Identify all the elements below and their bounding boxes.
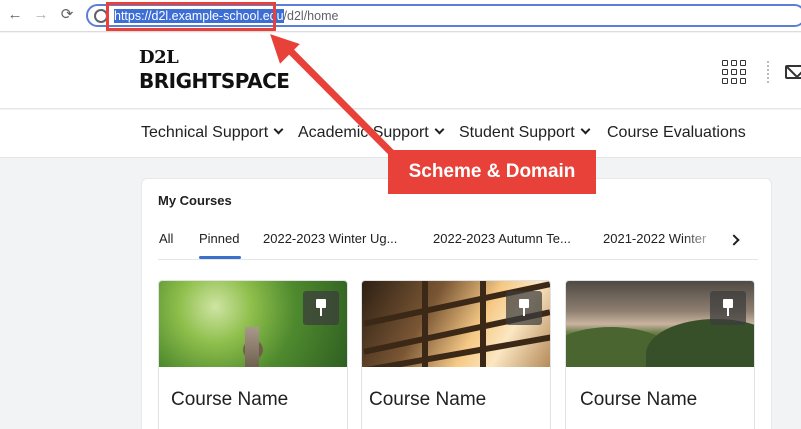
site-header: D2L BRIGHTSPACE <box>0 33 801 109</box>
my-courses-widget: My Courses All Pinned 2022-2023 Winter U… <box>141 178 772 429</box>
reload-icon[interactable]: ⟳ <box>58 6 76 24</box>
pin-icon[interactable] <box>303 291 339 325</box>
tab-fade <box>682 227 722 253</box>
tabs-divider <box>158 259 758 260</box>
nav-student-support[interactable]: Student Support <box>459 124 591 142</box>
pin-icon[interactable] <box>710 291 746 325</box>
nav-label: Course Evaluations <box>607 124 746 141</box>
nav-label: Student Support <box>459 124 575 141</box>
url-path: /d2l/home <box>283 9 339 23</box>
tab-pinned[interactable]: Pinned <box>199 231 239 246</box>
forward-icon[interactable]: → <box>32 6 50 24</box>
course-tile[interactable]: Course Name <box>361 280 551 429</box>
app-launcher-icon[interactable] <box>722 60 746 84</box>
back-icon[interactable]: ← <box>6 6 24 24</box>
chevron-right-icon[interactable] <box>728 234 740 246</box>
course-name[interactable]: Course Name <box>171 389 288 411</box>
pin-icon[interactable] <box>506 291 542 325</box>
chevron-down-icon <box>580 124 591 135</box>
nav-label: Technical Support <box>141 124 269 141</box>
nav-course-evaluations[interactable]: Course Evaluations <box>607 124 746 142</box>
logo-d2l[interactable]: D2L <box>139 47 179 68</box>
nav-technical-support[interactable]: Technical Support <box>141 124 284 142</box>
chevron-down-icon <box>273 124 284 135</box>
chevron-down-icon <box>434 124 445 135</box>
tab-all[interactable]: All <box>159 231 173 246</box>
logo-brightspace[interactable]: BRIGHTSPACE <box>139 69 290 93</box>
tab-2022-2023-autumn[interactable]: 2022-2023 Autumn Te... <box>433 231 571 246</box>
annotation-highlight-box <box>106 2 276 31</box>
header-divider <box>767 61 769 83</box>
annotation-label: Scheme & Domain <box>388 150 596 194</box>
course-name[interactable]: Course Name <box>580 389 697 411</box>
tab-2022-2023-winter[interactable]: 2022-2023 Winter Ug... <box>263 231 397 246</box>
course-tile[interactable]: Course Name <box>565 280 755 429</box>
my-courses-title: My Courses <box>158 193 232 208</box>
mail-icon[interactable] <box>785 65 801 79</box>
course-name[interactable]: Course Name <box>369 389 486 411</box>
course-tile[interactable]: Course Name <box>158 280 348 429</box>
